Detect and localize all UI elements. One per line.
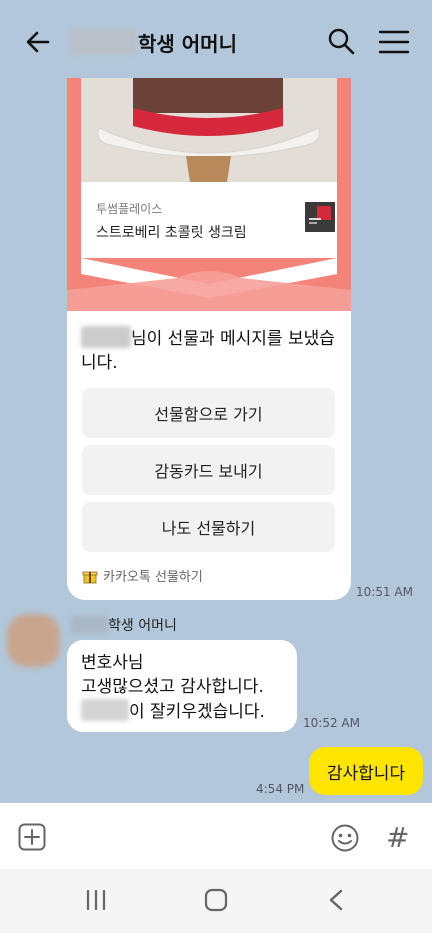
go-giftbox-button[interactable]: 선물함으로 가기 <box>82 388 335 438</box>
timestamp: 10:51 AM <box>356 585 413 599</box>
chat-header: 학생 어머니 <box>0 0 432 82</box>
redacted-name <box>81 326 131 348</box>
gift-too-button[interactable]: 나도 선물하기 <box>82 502 335 552</box>
timestamp: 4:54 PM <box>256 782 305 796</box>
outgoing-message-bubble[interactable]: 감사합니다 <box>309 747 423 795</box>
gift-message-card[interactable]: 투썸플레이스 스트로베리 초콜릿 생크림 님이 선물과 메시지를 보냈습니다. … <box>67 78 351 600</box>
message-line: 고생많으셨고 감사합니다. <box>81 677 264 697</box>
recent-apps-icon[interactable] <box>84 889 108 911</box>
message-line: 이 잘키우겠습니다. <box>81 699 283 724</box>
avatar[interactable] <box>7 614 60 667</box>
search-icon[interactable] <box>326 26 356 56</box>
chat-title: 학생 어머니 <box>70 28 237 56</box>
plus-icon[interactable] <box>18 823 46 851</box>
gift-footer-label: 카카오톡 선물하기 <box>103 570 203 585</box>
message-line: 변호사님 <box>81 653 144 673</box>
gift-message-text: 님이 선물과 메시지를 보냈습니다. <box>81 326 341 375</box>
nav-back-icon[interactable] <box>326 888 346 912</box>
redacted-name <box>70 616 108 634</box>
sender-name: 학생 어머니 <box>70 614 177 636</box>
system-nav-bar <box>0 869 432 933</box>
home-icon[interactable] <box>204 888 228 912</box>
gift-box-icon <box>82 571 98 583</box>
sender-name-text: 학생 어머니 <box>108 618 177 634</box>
back-arrow-icon[interactable] <box>22 26 54 58</box>
emoji-icon[interactable] <box>330 823 360 853</box>
redacted-name <box>81 699 129 721</box>
gift-banner: 투썸플레이스 스트로베리 초콜릿 생크림 <box>67 78 351 311</box>
chat-title-text: 학생 어머니 <box>138 31 237 56</box>
hash-icon[interactable]: # <box>386 821 409 854</box>
incoming-message-bubble[interactable]: 변호사님 고생많으셨고 감사합니다. 이 잘키우겠습니다. <box>67 640 297 732</box>
timestamp: 10:52 AM <box>303 716 360 730</box>
redacted-name <box>70 29 136 55</box>
send-card-button[interactable]: 감동카드 보내기 <box>82 445 335 495</box>
gift-footer[interactable]: 카카오톡 선물하기 <box>82 566 203 585</box>
message-input-bar[interactable]: # <box>0 803 432 869</box>
message-line-text: 이 잘키우겠습니다. <box>129 702 265 722</box>
menu-icon[interactable] <box>378 28 410 56</box>
